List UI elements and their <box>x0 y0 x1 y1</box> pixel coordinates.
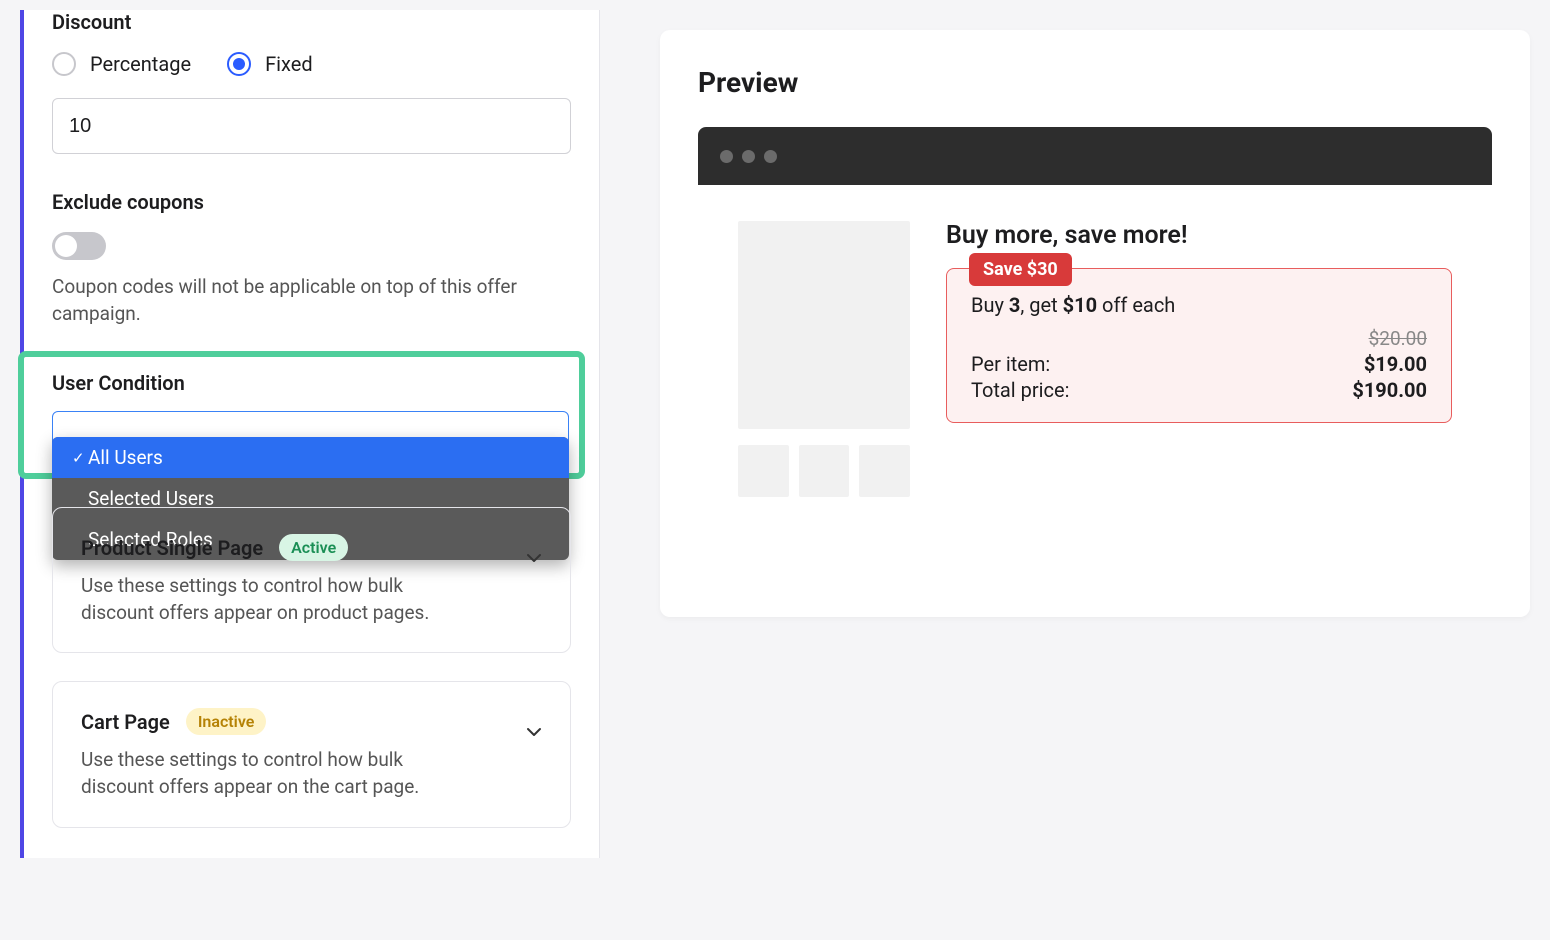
discount-label: Discount <box>52 10 571 34</box>
user-condition-label: User Condition <box>52 371 569 395</box>
discount-fixed-radio[interactable]: Fixed <box>227 52 313 76</box>
exclude-coupons-label: Exclude coupons <box>52 190 571 214</box>
product-single-title: Product Single Page <box>81 536 263 560</box>
cart-page-title: Cart Page <box>81 710 170 734</box>
product-images <box>738 221 910 497</box>
save-badge: Save $30 <box>969 253 1072 286</box>
cart-page-card[interactable]: Cart Page Inactive Use these settings to… <box>52 681 571 827</box>
per-item-label: Per item: <box>971 352 1050 376</box>
cart-page-desc: Use these settings to control how bulk d… <box>81 747 461 800</box>
cart-page-badge: Inactive <box>186 708 267 735</box>
product-thumb <box>738 445 789 497</box>
exclude-coupons-toggle[interactable] <box>52 232 106 260</box>
exclude-coupons-help: Coupon codes will not be applicable on t… <box>52 274 571 327</box>
old-price: $20.00 <box>1369 327 1427 350</box>
per-item-value: $19.00 <box>1364 352 1427 376</box>
offer-box: Save $30 Buy 3, get $10 off each $20.00 … <box>946 268 1452 423</box>
traffic-light-icon <box>742 150 755 163</box>
traffic-light-icon <box>720 150 733 163</box>
chevron-down-icon <box>526 724 542 740</box>
product-single-badge: Active <box>279 534 348 561</box>
chevron-down-icon <box>526 550 542 566</box>
user-condition-option-all[interactable]: ✓ All Users <box>52 437 569 478</box>
discount-percentage-radio[interactable]: Percentage <box>52 52 191 76</box>
total-value: $190.00 <box>1352 378 1427 402</box>
discount-percentage-label: Percentage <box>90 52 191 76</box>
traffic-light-icon <box>764 150 777 163</box>
offer-description: Buy 3, get $10 off each <box>971 293 1427 317</box>
discount-radio-group: Percentage Fixed <box>52 52 571 76</box>
discount-fixed-label: Fixed <box>265 52 313 76</box>
product-thumb <box>799 445 850 497</box>
product-single-page-card[interactable]: Product Single Page Active Use these set… <box>52 507 571 653</box>
preview-card: Preview <box>660 30 1530 617</box>
user-condition-highlight: User Condition ✓ All Users Selected User… <box>18 351 585 479</box>
product-thumb <box>859 445 910 497</box>
browser-frame: Buy more, save more! Save $30 Buy 3, get… <box>698 127 1492 557</box>
browser-titlebar <box>698 127 1492 185</box>
discount-value-input[interactable] <box>52 98 571 154</box>
preview-title: Preview <box>698 66 1492 99</box>
product-single-desc: Use these settings to control how bulk d… <box>81 573 461 626</box>
total-label: Total price: <box>971 378 1069 402</box>
product-title: Buy more, save more! <box>946 221 1452 250</box>
checkmark-icon: ✓ <box>72 449 82 467</box>
product-main-image <box>738 221 910 429</box>
